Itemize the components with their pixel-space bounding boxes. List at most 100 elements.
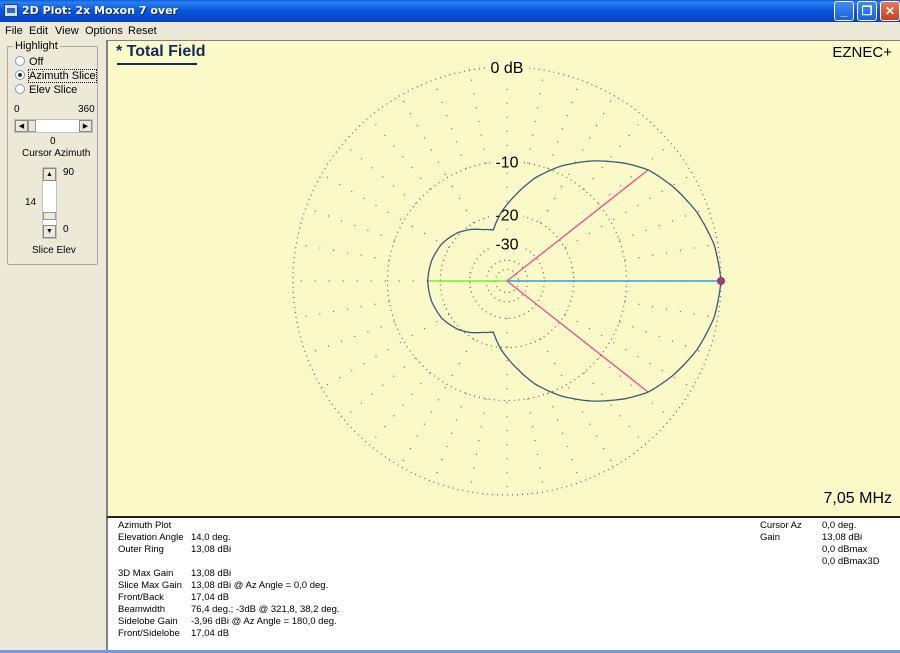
radio-elev-slice[interactable]: Elev Slice [15, 84, 77, 96]
close-button[interactable]: ✕ [880, 1, 900, 21]
grid-spoke [583, 372, 646, 446]
grid-spoke [399, 338, 475, 467]
cursor-info-value: 13,08 dBi [822, 532, 863, 543]
overlay-lines [427, 169, 721, 393]
radio-azimuth-slice[interactable]: Azimuth Slice [15, 69, 97, 83]
menu-file[interactable]: File [5, 25, 23, 37]
azimuth-caption: Cursor Azimuth [22, 148, 91, 159]
elev-max-label: 90 [63, 167, 75, 178]
grid-spoke [433, 79, 467, 169]
cursor-marker[interactable] [717, 277, 725, 285]
beamwidth-line [506, 169, 649, 282]
grid-spoke [305, 207, 395, 241]
cursor-info-value: 0,0 dBmax3D [822, 556, 880, 567]
scroll-down-icon[interactable]: ▼ [43, 225, 56, 238]
grid-spoke [296, 243, 390, 261]
grid-spoke [321, 313, 450, 389]
restore-button[interactable]: ❐ [857, 1, 877, 21]
ring-labels: 0 dB-10-20-30 [485, 58, 529, 254]
info-value: 13,08 dBi @ Az Angle = 0,0 deg. [191, 580, 329, 591]
menu-reset[interactable]: Reset [128, 25, 157, 37]
radio-dot[interactable] [15, 56, 25, 66]
azimuth-max-label: 360 [78, 104, 95, 115]
cursor-info-row: 0,0 dBmax3D [760, 556, 880, 568]
grid-spoke [305, 321, 395, 355]
grid-spoke [539, 338, 615, 467]
info-key: Elevation Angle [118, 532, 184, 543]
grid-spoke [368, 116, 431, 190]
info-value: 17,04 dB [191, 592, 230, 603]
cursor-info-value: 0,0 dBmax [822, 544, 868, 555]
elev-caption: Slice Elev [32, 245, 76, 256]
info-row: Beamwidth 76,4 deg.; -3dB @ 321,8, 38,2 d… [118, 604, 340, 616]
info-row: 3D Max Gain 13,08 dBi [118, 568, 231, 580]
info-value: -3,96 dBi @ Az Angle = 180,0 deg. [191, 616, 337, 627]
info-row [118, 556, 191, 568]
ring-label: 0 dB [491, 60, 524, 77]
menu-view[interactable]: View [55, 25, 79, 37]
grid-spoke [342, 142, 416, 205]
info-key: Front/Back [118, 592, 164, 603]
grid-spoke [342, 357, 416, 420]
info-row: Sidelobe Gain -3,96 dBi @ Az Angle = 180,… [118, 616, 337, 628]
scroll-thumb[interactable] [43, 212, 56, 220]
info-value: 17,04 dB [191, 628, 230, 639]
grid-spoke [527, 398, 545, 492]
menu-edit[interactable]: Edit [29, 25, 48, 37]
info-value: 13,08 dBi [191, 568, 232, 579]
info-row: Outer Ring 13,08 dBi [118, 544, 231, 556]
highlight-group-title: Highlight [13, 40, 60, 52]
radio-elev-slice-label: Elev Slice [29, 84, 78, 96]
scroll-up-icon[interactable]: ▲ [43, 168, 56, 181]
info-key: Azimuth Plot [118, 520, 172, 531]
plot-title: * Total Field [116, 43, 206, 60]
info-row: Front/Back 17,04 dB [118, 592, 229, 604]
grid-spoke [583, 116, 646, 190]
minimize-button[interactable]: _ [834, 1, 854, 21]
window-title: 2D Plot: 2x Moxon 7 over [22, 4, 178, 17]
scroll-thumb[interactable] [28, 120, 36, 132]
cursor-info-key: Gain [760, 532, 781, 543]
title-bar: 2D Plot: 2x Moxon 7 over _ ❐ ✕ [0, 0, 900, 22]
menu-bar: File Edit View Options Reset [0, 22, 900, 40]
grid-spoke [547, 79, 581, 169]
cursor-info-row: 0,0 dBmax [760, 544, 867, 556]
info-row: Azimuth Plot [118, 520, 191, 532]
ring-label: -10 [495, 155, 518, 172]
cursor-info-row: Gain 13,08 dBi [760, 532, 862, 544]
info-key: 3D Max Gain [118, 568, 174, 579]
radio-off[interactable]: Off [15, 56, 43, 68]
grid-spoke [469, 70, 487, 164]
grid-spoke [469, 398, 487, 492]
info-key: Outer Ring [118, 544, 164, 555]
info-value: 13,08 dBi [191, 544, 232, 555]
info-key: Slice Max Gain [118, 580, 182, 591]
radio-azimuth-slice-label: Azimuth Slice [28, 69, 97, 83]
info-row: Slice Max Gain 13,08 dBi @ Az Angle = 0,0… [118, 580, 328, 592]
info-key: Sidelobe Gain [118, 616, 178, 627]
menu-options[interactable]: Options [85, 25, 123, 37]
grid-spoke [368, 372, 431, 446]
title-underline [117, 63, 197, 65]
info-key: Front/Sidelobe [118, 628, 180, 639]
grid-spoke [321, 173, 450, 249]
radio-dot[interactable] [15, 84, 25, 94]
cursor-info-value: 0,0 deg. [822, 520, 857, 531]
grid-spoke [547, 393, 581, 483]
cursor-info-key: Cursor Az [760, 520, 802, 531]
azimuth-scrollbar[interactable]: ◀ ▶ [14, 119, 93, 133]
scroll-right-icon[interactable]: ▶ [79, 120, 92, 132]
elev-value: 14 [25, 197, 37, 208]
grid-spoke [624, 301, 718, 319]
plot-area: 0 dB -10 -20 -30 * Total Field EZNEC+ 7,05 … [106, 40, 900, 518]
highlight-group: Highlight Off Azimuth Slice Elev Slice 0… [7, 40, 98, 265]
grid-spoke [433, 393, 467, 483]
radio-dot[interactable] [15, 70, 25, 80]
left-panel: Highlight Off Azimuth Slice Elev Slice 0… [0, 40, 106, 653]
cursor-info-row: Cursor Az 0,0 deg. [760, 520, 856, 532]
grid-spoke [598, 357, 672, 420]
elevation-scrollbar[interactable]: ▲ ▼ [42, 167, 57, 239]
azimuth-min-label: 0 [14, 104, 20, 115]
scroll-left-icon[interactable]: ◀ [15, 120, 28, 132]
grid-spoke [399, 95, 475, 224]
